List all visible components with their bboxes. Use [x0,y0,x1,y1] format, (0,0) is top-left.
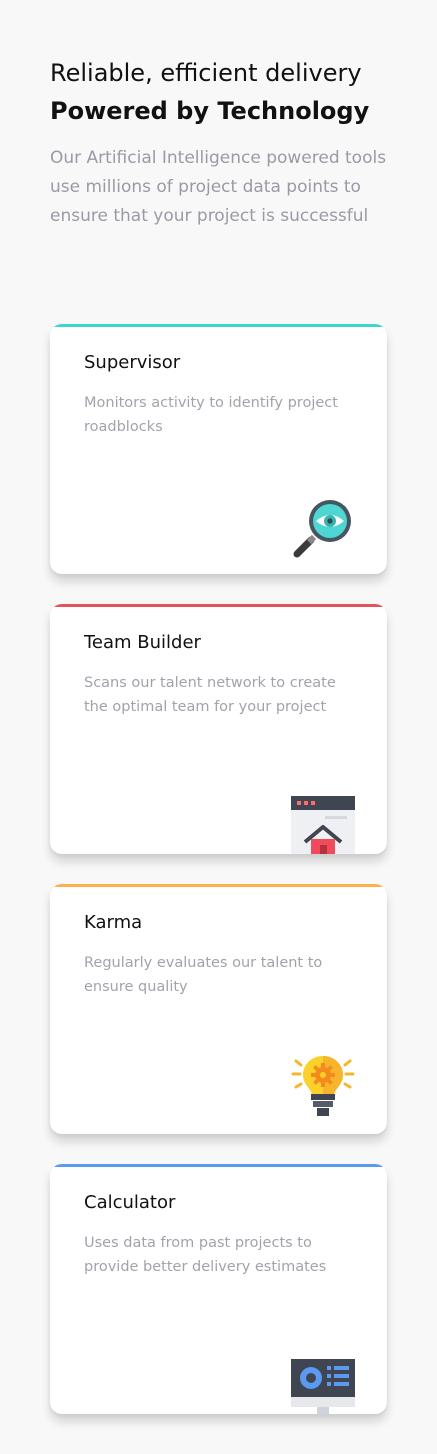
hero-title-line2: Powered by Technology [50,97,370,125]
card-accent-bar [50,324,387,327]
feature-card-karma[interactable]: Karma Regularly evaluates our talent to … [50,884,387,1134]
card-title: Team Builder [84,632,201,653]
feature-card-calculator[interactable]: Calculator Uses data from past projects … [50,1164,387,1414]
card-title: Supervisor [84,352,181,373]
hero-section: Reliable, efficient delivery Powered by … [50,54,410,231]
monitor-dashboard-icon [291,1359,355,1414]
card-description: Uses data from past projects to provide … [84,1235,327,1275]
card-accent-bar [50,1164,387,1167]
card-description: Monitors activity to identify project ro… [84,395,338,435]
card-description: Scans our talent network to create the o… [84,675,336,715]
feature-card-team-builder[interactable]: Team Builder Scans our talent network to… [50,604,387,854]
card-accent-bar [50,884,387,887]
card-title: Calculator [84,1192,176,1213]
card-title: Karma [84,912,143,933]
card-accent-bar [50,604,387,607]
browser-home-icon [291,796,355,854]
hero-description: Our Artificial Intelligence powered tool… [50,148,387,226]
card-description: Regularly evaluates our talent to ensure… [84,955,323,995]
hero-title-line1: Reliable, efficient delivery [50,59,362,87]
magnifier-eye-icon [293,500,351,558]
feature-card-supervisor[interactable]: Supervisor Monitors activity to identify… [50,324,387,574]
lightbulb-gear-icon [291,1056,355,1116]
